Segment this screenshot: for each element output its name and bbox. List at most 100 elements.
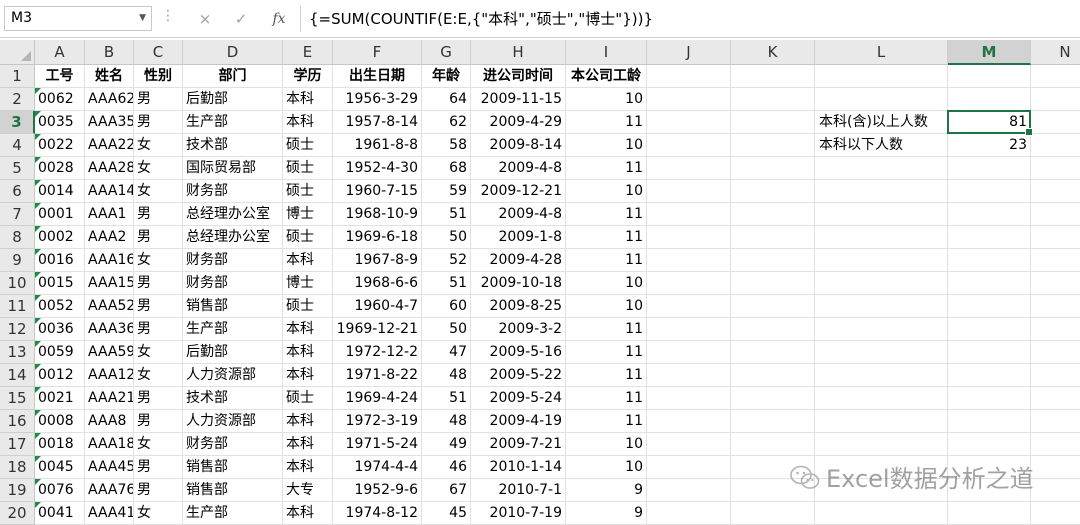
table-cell[interactable] xyxy=(815,88,948,111)
formula-input[interactable]: {=SUM(COUNTIF(E:E,{"本科","硕士","博士"}))} xyxy=(309,7,653,31)
table-cell[interactable]: 2010-1-14 xyxy=(471,456,566,479)
select-all-button[interactable] xyxy=(0,40,35,65)
table-cell[interactable]: AAA16 xyxy=(85,249,134,272)
table-cell[interactable]: 人力资源部 xyxy=(183,410,283,433)
header-cell[interactable] xyxy=(647,65,731,88)
row-header[interactable]: 1 xyxy=(0,65,35,88)
table-cell[interactable]: 1952-9-6 xyxy=(333,479,422,502)
row-header[interactable]: 7 xyxy=(0,203,35,226)
table-cell[interactable]: 11 xyxy=(566,226,647,249)
table-cell[interactable]: 女 xyxy=(134,249,183,272)
table-cell[interactable] xyxy=(948,226,1031,249)
table-cell[interactable]: 2009-4-19 xyxy=(471,410,566,433)
table-cell[interactable] xyxy=(948,433,1031,456)
table-cell[interactable]: 技术部 xyxy=(183,134,283,157)
fill-handle[interactable] xyxy=(1025,128,1033,136)
table-cell[interactable] xyxy=(647,364,731,387)
row-header[interactable]: 17 xyxy=(0,433,35,456)
table-cell[interactable]: 女 xyxy=(134,134,183,157)
table-cell[interactable]: 本科 xyxy=(283,318,333,341)
table-cell[interactable]: 2009-10-18 xyxy=(471,272,566,295)
table-cell[interactable] xyxy=(731,226,815,249)
table-cell[interactable]: 1968-6-6 xyxy=(333,272,422,295)
table-cell[interactable]: 2009-5-16 xyxy=(471,341,566,364)
table-cell[interactable]: 2009-8-25 xyxy=(471,295,566,318)
table-cell[interactable] xyxy=(731,111,815,134)
table-cell[interactable]: 大专 xyxy=(283,479,333,502)
table-cell[interactable]: 51 xyxy=(422,272,471,295)
table-cell[interactable]: 1969-12-21 xyxy=(333,318,422,341)
table-cell[interactable]: AAA45 xyxy=(85,456,134,479)
table-cell[interactable]: 男 xyxy=(134,226,183,249)
table-cell[interactable]: 0016 xyxy=(35,249,85,272)
column-header-c[interactable]: C xyxy=(134,40,183,65)
row-header[interactable]: 15 xyxy=(0,387,35,410)
row-header[interactable]: 16 xyxy=(0,410,35,433)
table-cell[interactable] xyxy=(1031,88,1080,111)
table-cell[interactable]: 硕士 xyxy=(283,157,333,180)
table-cell[interactable]: 销售部 xyxy=(183,479,283,502)
table-cell[interactable]: 本科 xyxy=(283,249,333,272)
table-cell[interactable]: 财务部 xyxy=(183,433,283,456)
table-cell[interactable] xyxy=(731,249,815,272)
table-cell[interactable] xyxy=(647,341,731,364)
table-cell[interactable]: 0052 xyxy=(35,295,85,318)
table-cell[interactable]: 0028 xyxy=(35,157,85,180)
table-cell[interactable] xyxy=(815,364,948,387)
table-cell[interactable] xyxy=(815,387,948,410)
table-cell[interactable] xyxy=(731,134,815,157)
column-header-l[interactable]: L xyxy=(815,40,948,65)
column-header-n[interactable]: N xyxy=(1031,40,1080,65)
summary-value[interactable]: 23 xyxy=(949,134,1031,157)
table-cell[interactable]: 财务部 xyxy=(183,180,283,203)
table-cell[interactable]: AAA76 xyxy=(85,479,134,502)
table-cell[interactable]: 男 xyxy=(134,479,183,502)
table-cell[interactable]: 本科 xyxy=(283,88,333,111)
table-cell[interactable]: 50 xyxy=(422,226,471,249)
table-cell[interactable]: 1956-3-29 xyxy=(333,88,422,111)
column-header-g[interactable]: G xyxy=(422,40,471,65)
table-cell[interactable]: 男 xyxy=(134,387,183,410)
table-cell[interactable]: AAA52 xyxy=(85,295,134,318)
table-cell[interactable] xyxy=(1031,203,1080,226)
table-cell[interactable]: 硕士 xyxy=(283,295,333,318)
header-cell[interactable]: 部门 xyxy=(183,65,283,88)
table-cell[interactable]: 2009-5-24 xyxy=(471,387,566,410)
table-cell[interactable] xyxy=(815,203,948,226)
table-cell[interactable]: AAA18 xyxy=(85,433,134,456)
header-cell[interactable]: 姓名 xyxy=(85,65,134,88)
column-header-e[interactable]: E xyxy=(283,40,333,65)
table-cell[interactable]: 11 xyxy=(566,249,647,272)
table-cell[interactable]: 10 xyxy=(566,88,647,111)
table-cell[interactable] xyxy=(647,479,731,502)
table-cell[interactable] xyxy=(1031,180,1080,203)
table-cell[interactable] xyxy=(1031,364,1080,387)
table-cell[interactable] xyxy=(815,318,948,341)
table-cell[interactable] xyxy=(948,318,1031,341)
table-cell[interactable] xyxy=(647,456,731,479)
table-cell[interactable] xyxy=(647,134,731,157)
row-header[interactable]: 10 xyxy=(0,272,35,295)
name-box-dropdown-icon[interactable]: ▼ xyxy=(139,7,146,30)
table-cell[interactable]: 1972-3-19 xyxy=(333,410,422,433)
table-cell[interactable] xyxy=(731,410,815,433)
column-header-d[interactable]: D xyxy=(183,40,283,65)
table-cell[interactable]: 0036 xyxy=(35,318,85,341)
table-cell[interactable] xyxy=(815,295,948,318)
table-cell[interactable] xyxy=(948,203,1031,226)
table-cell[interactable]: 10 xyxy=(566,433,647,456)
table-cell[interactable] xyxy=(1031,433,1080,456)
table-cell[interactable] xyxy=(815,433,948,456)
table-cell[interactable] xyxy=(731,157,815,180)
table-cell[interactable]: 1968-10-9 xyxy=(333,203,422,226)
table-cell[interactable]: 0014 xyxy=(35,180,85,203)
table-cell[interactable]: 本科 xyxy=(283,410,333,433)
table-cell[interactable]: 博士 xyxy=(283,272,333,295)
table-cell[interactable]: 11 xyxy=(566,387,647,410)
table-cell[interactable]: 2009-4-8 xyxy=(471,157,566,180)
table-cell[interactable]: 46 xyxy=(422,456,471,479)
header-cell[interactable]: 进公司时间 xyxy=(471,65,566,88)
table-cell[interactable]: 10 xyxy=(566,272,647,295)
row-header[interactable]: 19 xyxy=(0,479,35,502)
table-cell[interactable]: 0015 xyxy=(35,272,85,295)
